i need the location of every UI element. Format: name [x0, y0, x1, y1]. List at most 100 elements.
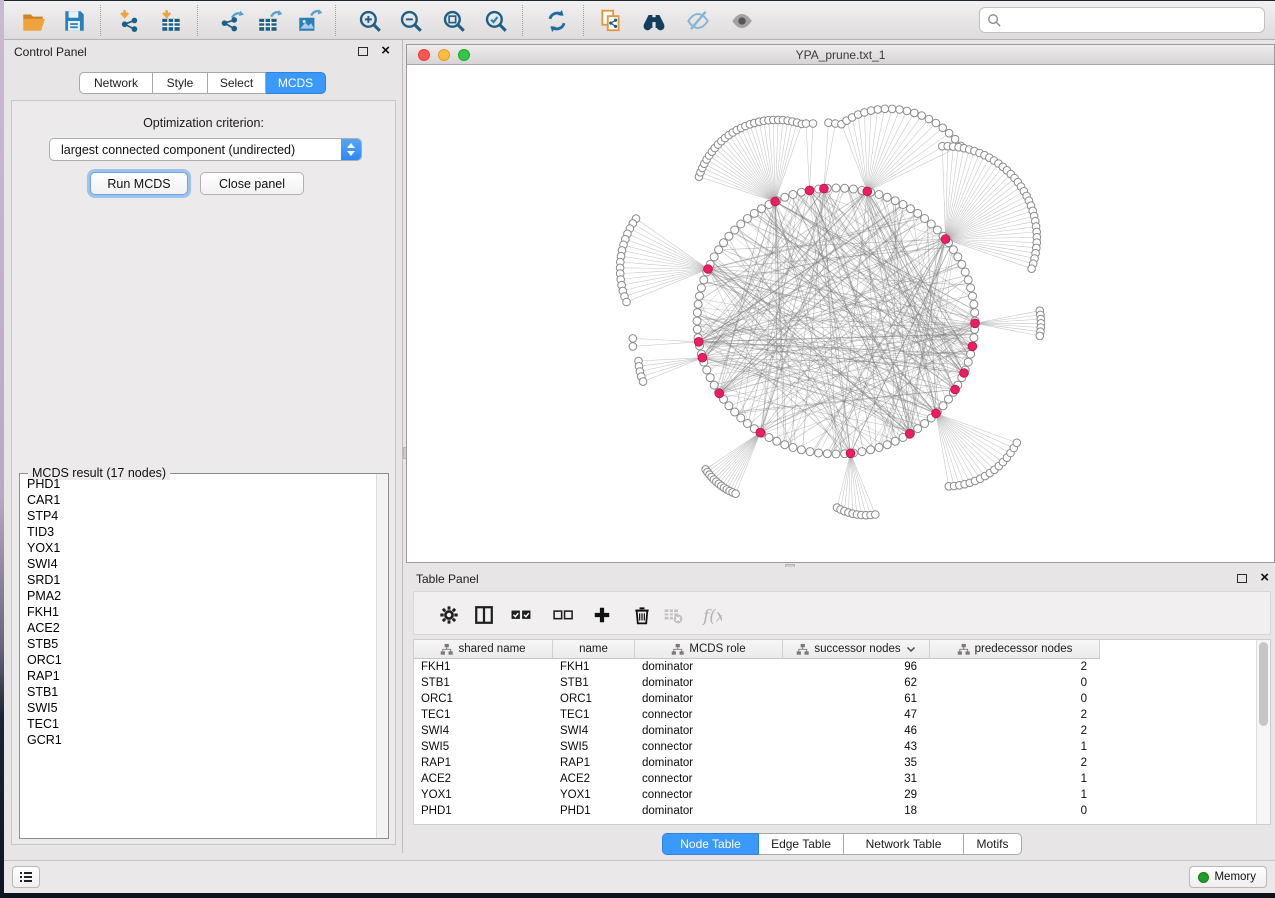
network-node[interactable]	[945, 395, 953, 403]
mcds-result-node[interactable]: TEC1	[20, 716, 375, 732]
network-node[interactable]	[914, 209, 922, 217]
network-node[interactable]	[815, 449, 823, 457]
cell-MCDS-role[interactable]: dominator	[635, 723, 783, 739]
cell-MCDS-role[interactable]: connector	[635, 739, 783, 755]
cell-successor-nodes[interactable]: 35	[783, 755, 930, 771]
network-node[interactable]	[710, 381, 718, 389]
satellite-node[interactable]	[925, 115, 933, 123]
mcds-result-node[interactable]: ORC1	[20, 652, 375, 668]
tab-network[interactable]: Network	[79, 72, 153, 94]
network-node[interactable]	[849, 185, 857, 193]
satellite-node[interactable]	[629, 335, 637, 343]
open-file-button[interactable]	[18, 6, 48, 36]
save-session-button[interactable]	[59, 6, 89, 36]
dominator-node[interactable]	[971, 319, 980, 328]
network-node[interactable]	[694, 300, 702, 308]
mcds-result-node[interactable]: GCR1	[20, 732, 375, 748]
export-image-button[interactable]	[294, 6, 324, 36]
cell-predecessor-nodes[interactable]: 0	[930, 691, 1100, 707]
table-row[interactable]: YOX1YOX1connector291	[414, 787, 1257, 803]
zoom-fit-button[interactable]	[439, 6, 469, 36]
tab-edge-table[interactable]: Edge Table	[759, 833, 844, 855]
network-node[interactable]	[725, 402, 733, 410]
cell-shared-name[interactable]: RAP1	[414, 755, 553, 771]
network-node[interactable]	[969, 292, 977, 300]
network-window-titlebar[interactable]: YPA_prune.txt_1	[407, 45, 1274, 65]
network-node[interactable]	[921, 420, 929, 428]
table-row[interactable]: ORC1ORC1dominator610	[414, 691, 1257, 707]
cell-shared-name[interactable]: FKH1	[414, 659, 553, 675]
table-row[interactable]: FKH1FKH1dominator962	[414, 659, 1257, 675]
satellite-node[interactable]	[867, 107, 875, 115]
network-node[interactable]	[875, 191, 883, 199]
network-node[interactable]	[964, 276, 972, 284]
cell-predecessor-nodes[interactable]: 1	[930, 787, 1100, 803]
cell-name[interactable]: YOX1	[553, 787, 635, 803]
mcds-result-node[interactable]: STB5	[20, 636, 375, 652]
cell-successor-nodes[interactable]: 47	[783, 707, 930, 723]
network-node[interactable]	[867, 446, 875, 454]
close-table-panel-icon[interactable]: ×	[1260, 569, 1269, 587]
network-node[interactable]	[891, 437, 899, 445]
cell-predecessor-nodes[interactable]: 0	[930, 675, 1100, 691]
satellite-node[interactable]	[903, 107, 911, 115]
dominator-node[interactable]	[951, 385, 960, 394]
cell-successor-nodes[interactable]: 18	[783, 803, 930, 819]
network-node[interactable]	[737, 414, 745, 422]
network-node[interactable]	[921, 215, 929, 223]
network-node[interactable]	[737, 220, 745, 228]
cell-name[interactable]: SWI4	[553, 723, 635, 739]
mcds-result-list[interactable]: PHD1CAR1STP4TID3YOX1SWI4SRD1PMA2FKH1ACE2…	[20, 476, 375, 836]
mcds-result-node[interactable]: TID3	[20, 524, 375, 540]
network-node[interactable]	[697, 284, 705, 292]
dominator-node[interactable]	[960, 369, 969, 378]
run-mcds-button[interactable]: Run MCDS	[90, 172, 188, 195]
close-panel-button[interactable]: Close panel	[200, 172, 304, 195]
column-header-shared-name[interactable]: shared name	[414, 640, 553, 659]
satellite-node[interactable]	[802, 120, 810, 128]
cell-predecessor-nodes[interactable]: 2	[930, 723, 1100, 739]
cell-predecessor-nodes[interactable]: 2	[930, 707, 1100, 723]
tab-node-table[interactable]: Node Table	[662, 833, 759, 855]
cell-name[interactable]: RAP1	[553, 755, 635, 771]
task-history-button[interactable]	[12, 866, 40, 888]
table-row[interactable]: ACE2ACE2connector311	[414, 771, 1257, 787]
find-network-button[interactable]	[639, 6, 669, 36]
network-canvas[interactable]	[407, 65, 1274, 562]
search-box[interactable]	[979, 7, 1265, 33]
network-node[interactable]	[891, 197, 899, 205]
cell-shared-name[interactable]: SWI5	[414, 739, 553, 755]
network-node[interactable]	[933, 226, 941, 234]
dominator-node[interactable]	[704, 265, 713, 274]
network-node[interactable]	[703, 366, 711, 374]
cell-MCDS-role[interactable]: connector	[635, 771, 783, 787]
search-input[interactable]	[1006, 9, 1256, 31]
dominator-node[interactable]	[932, 409, 941, 418]
export-table-button[interactable]	[254, 6, 284, 36]
cell-shared-name[interactable]: TEC1	[414, 707, 553, 723]
network-node[interactable]	[970, 334, 978, 342]
delete-row-button[interactable]	[629, 603, 655, 627]
table-row[interactable]: SWI5SWI5connector431	[414, 739, 1257, 755]
dominator-node[interactable]	[863, 187, 872, 196]
tab-motifs[interactable]: Motifs	[964, 833, 1022, 855]
mcds-result-node[interactable]: STP4	[20, 508, 375, 524]
mcds-result-node[interactable]: CAR1	[20, 492, 375, 508]
satellite-node[interactable]	[951, 135, 959, 143]
network-node[interactable]	[971, 309, 979, 317]
network-node[interactable]	[806, 448, 814, 456]
cell-MCDS-role[interactable]: dominator	[635, 755, 783, 771]
network-node[interactable]	[781, 193, 789, 201]
dominator-node[interactable]	[771, 197, 780, 206]
network-node[interactable]	[743, 420, 751, 428]
cell-MCDS-role[interactable]: dominator	[635, 803, 783, 819]
cell-successor-nodes[interactable]: 43	[783, 739, 930, 755]
cell-name[interactable]: SWI5	[553, 739, 635, 755]
cell-successor-nodes[interactable]: 61	[783, 691, 930, 707]
column-header-MCDS-role[interactable]: MCDS role	[635, 640, 783, 659]
cell-MCDS-role[interactable]: dominator	[635, 691, 783, 707]
cell-shared-name[interactable]: YOX1	[414, 787, 553, 803]
network-node[interactable]	[781, 441, 789, 449]
mcds-result-node[interactable]: FKH1	[20, 604, 375, 620]
network-node[interactable]	[927, 220, 935, 228]
